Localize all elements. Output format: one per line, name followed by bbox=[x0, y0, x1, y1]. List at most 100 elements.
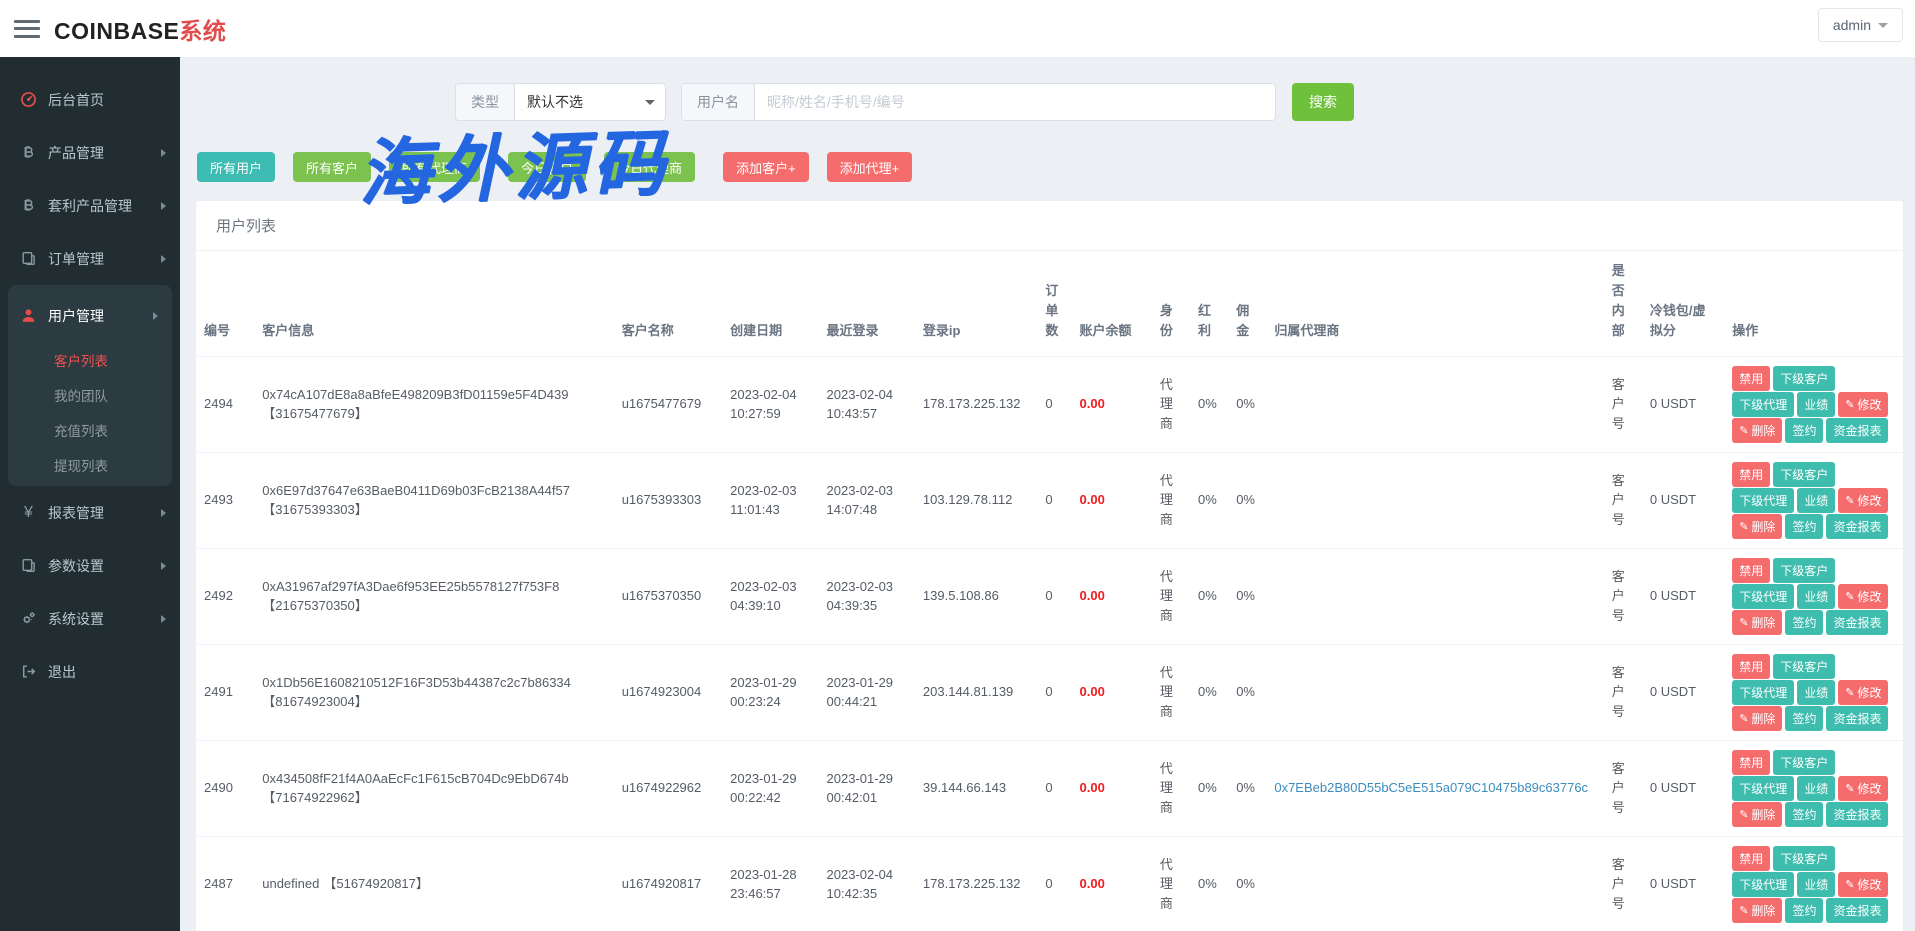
sidebar-item-products[interactable]: 产品管理 bbox=[0, 126, 180, 179]
sidebar-subitem-deposit-list[interactable]: 充值列表 bbox=[8, 412, 172, 447]
cell-id: 2494 bbox=[196, 356, 254, 452]
edit-button[interactable]: ✎修改 bbox=[1838, 584, 1888, 609]
cell-id: 2490 bbox=[196, 740, 254, 836]
all-users-button[interactable]: 所有用户 bbox=[197, 152, 275, 182]
sub-agents-button[interactable]: 下级代理 bbox=[1732, 776, 1794, 801]
cell-created: 2023-01-29 00:22:42 bbox=[722, 740, 818, 836]
pencil-icon: ✎ bbox=[1739, 712, 1748, 725]
delete-button[interactable]: ✎删除 bbox=[1732, 610, 1782, 635]
filter-bar: 类型 默认不选 用户名 搜索 bbox=[455, 83, 1903, 121]
sidebar-item-system-settings[interactable]: 系统设置 bbox=[0, 592, 180, 645]
type-filter-select[interactable]: 默认不选 bbox=[515, 84, 665, 120]
fund-report-button[interactable]: 资金报表 bbox=[1826, 418, 1888, 443]
user-id: 2491 bbox=[204, 684, 233, 699]
sidebar-subitem-my-team[interactable]: 我的团队 bbox=[8, 377, 172, 412]
disable-button[interactable]: 禁用 bbox=[1732, 846, 1770, 871]
sign-button[interactable]: 签约 bbox=[1785, 610, 1823, 635]
sub-agents-button[interactable]: 下级代理 bbox=[1732, 680, 1794, 705]
customer-name: u1674922962 bbox=[622, 780, 702, 795]
fund-report-button[interactable]: 资金报表 bbox=[1826, 802, 1888, 827]
col-header-info: 客户信息 bbox=[254, 251, 613, 356]
sub-agents-button[interactable]: 下级代理 bbox=[1732, 872, 1794, 897]
username-search-input[interactable] bbox=[755, 84, 1275, 120]
cell-customer-name: u1675393303 bbox=[614, 452, 722, 548]
wallet-address: undefined bbox=[262, 874, 319, 894]
sub-customers-button[interactable]: 下级客户 bbox=[1773, 750, 1835, 775]
account-balance: 0.00 bbox=[1080, 780, 1105, 795]
sign-button[interactable]: 签约 bbox=[1785, 802, 1823, 827]
action-buttons-line: 禁用 下级客户 bbox=[1732, 654, 1895, 679]
performance-button[interactable]: 业绩 bbox=[1797, 776, 1835, 801]
sidebar-item-orders[interactable]: 订单管理 bbox=[0, 232, 180, 285]
cell-bonus: 0% bbox=[1190, 644, 1228, 740]
add-agent-button[interactable]: 添加代理+ bbox=[827, 152, 913, 182]
sidebar-item-reports[interactable]: ¥ 报表管理 bbox=[0, 486, 180, 539]
performance-button[interactable]: 业绩 bbox=[1797, 680, 1835, 705]
disable-button[interactable]: 禁用 bbox=[1732, 654, 1770, 679]
delete-button[interactable]: ✎删除 bbox=[1732, 514, 1782, 539]
all-agents-button[interactable]: 所有代理商 bbox=[389, 152, 480, 182]
last-login-time: 00:42:01 bbox=[827, 788, 907, 808]
sub-agents-button[interactable]: 下级代理 bbox=[1732, 584, 1794, 609]
delete-button[interactable]: ✎删除 bbox=[1732, 898, 1782, 923]
chevron-down-icon bbox=[1878, 23, 1888, 28]
all-customers-button[interactable]: 所有客户 bbox=[293, 152, 371, 182]
logo-accent-text: 系统 bbox=[179, 18, 226, 44]
sub-customers-button[interactable]: 下级客户 bbox=[1773, 846, 1835, 871]
created-date: 2023-02-03 bbox=[730, 481, 810, 501]
delete-button[interactable]: ✎删除 bbox=[1732, 706, 1782, 731]
performance-button[interactable]: 业绩 bbox=[1797, 392, 1835, 417]
performance-button[interactable]: 业绩 bbox=[1797, 584, 1835, 609]
sub-agents-button[interactable]: 下级代理 bbox=[1732, 488, 1794, 513]
cell-internal: 客户号 bbox=[1604, 644, 1642, 740]
sidebar-subitem-withdraw-list[interactable]: 提现列表 bbox=[8, 447, 172, 482]
disable-button[interactable]: 禁用 bbox=[1732, 750, 1770, 775]
sign-button[interactable]: 签约 bbox=[1785, 514, 1823, 539]
sidebar-item-logout[interactable]: 退出 bbox=[0, 645, 180, 698]
today-customers-button[interactable]: 今日客户 bbox=[508, 152, 586, 182]
search-button[interactable]: 搜索 bbox=[1292, 83, 1354, 121]
hamburger-menu-icon[interactable] bbox=[14, 20, 40, 38]
edit-button[interactable]: ✎修改 bbox=[1838, 488, 1888, 513]
performance-button[interactable]: 业绩 bbox=[1797, 872, 1835, 897]
sidebar-item-arbitrage-products[interactable]: 套利产品管理 bbox=[0, 179, 180, 232]
fund-report-button[interactable]: 资金报表 bbox=[1826, 898, 1888, 923]
sidebar-item-dashboard[interactable]: 后台首页 bbox=[0, 73, 180, 126]
fund-report-button[interactable]: 资金报表 bbox=[1826, 706, 1888, 731]
edit-button[interactable]: ✎修改 bbox=[1838, 680, 1888, 705]
sidebar-item-parameters[interactable]: 参数设置 bbox=[0, 539, 180, 592]
chevron-right-icon bbox=[161, 562, 166, 570]
sidebar-subitem-customer-list[interactable]: 客户列表 bbox=[8, 342, 172, 377]
last-login-time: 04:39:35 bbox=[827, 596, 907, 616]
admin-user-menu[interactable]: admin bbox=[1818, 8, 1903, 42]
cell-orders: 0 bbox=[1037, 836, 1071, 931]
performance-button[interactable]: 业绩 bbox=[1797, 488, 1835, 513]
sidebar-item-user-management[interactable]: 用户管理 bbox=[8, 289, 172, 342]
delete-button[interactable]: ✎删除 bbox=[1732, 418, 1782, 443]
commission-percent: 0% bbox=[1236, 492, 1255, 507]
chevron-right-icon bbox=[161, 202, 166, 210]
sub-customers-button[interactable]: 下级客户 bbox=[1773, 654, 1835, 679]
edit-button[interactable]: ✎修改 bbox=[1838, 392, 1888, 417]
sign-button[interactable]: 签约 bbox=[1785, 898, 1823, 923]
agent-link[interactable]: 0x7EBeb2B80D55bC5eE515a079C10475b89c6377… bbox=[1274, 780, 1588, 795]
sign-button[interactable]: 签约 bbox=[1785, 706, 1823, 731]
sub-customers-button[interactable]: 下级客户 bbox=[1773, 558, 1835, 583]
phone-number: 【31675477679】 bbox=[262, 404, 368, 424]
fund-report-button[interactable]: 资金报表 bbox=[1826, 514, 1888, 539]
col-header-commission: 佣金 bbox=[1228, 251, 1266, 356]
delete-button[interactable]: ✎删除 bbox=[1732, 802, 1782, 827]
disable-button[interactable]: 禁用 bbox=[1732, 366, 1770, 391]
sign-button[interactable]: 签约 bbox=[1785, 418, 1823, 443]
disable-button[interactable]: 禁用 bbox=[1732, 462, 1770, 487]
today-agents-button[interactable]: 今日代理商 bbox=[604, 152, 695, 182]
edit-button[interactable]: ✎修改 bbox=[1838, 872, 1888, 897]
disable-button[interactable]: 禁用 bbox=[1732, 558, 1770, 583]
add-customer-button[interactable]: 添加客户+ bbox=[723, 152, 809, 182]
sub-customers-button[interactable]: 下级客户 bbox=[1773, 366, 1835, 391]
edit-button[interactable]: ✎修改 bbox=[1838, 776, 1888, 801]
login-ip: 103.129.78.112 bbox=[923, 492, 1012, 507]
sub-agents-button[interactable]: 下级代理 bbox=[1732, 392, 1794, 417]
sub-customers-button[interactable]: 下级客户 bbox=[1773, 462, 1835, 487]
fund-report-button[interactable]: 资金报表 bbox=[1826, 610, 1888, 635]
